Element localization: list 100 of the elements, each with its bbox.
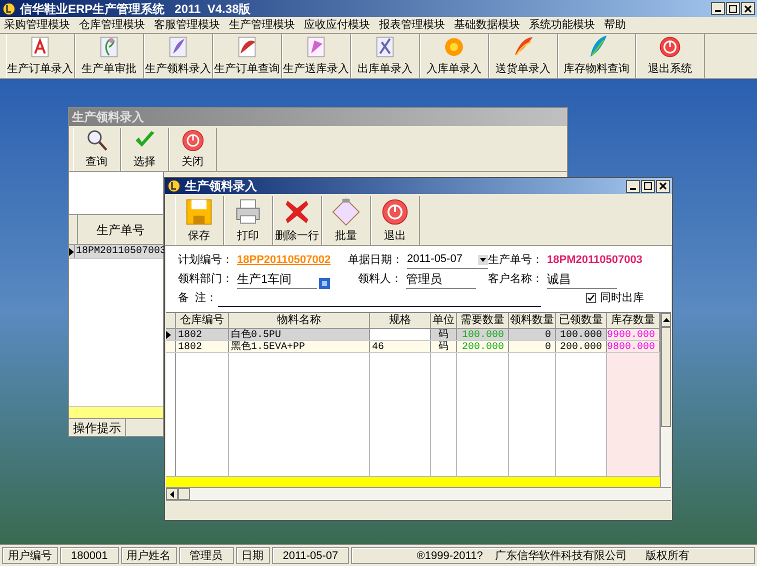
menu-item[interactable]: 应收应付模块 xyxy=(304,16,370,34)
table-row[interactable]: 1802 黑色1.5EVA+PP 46 码 200.000 0 200.000 9800.000 xyxy=(166,341,660,353)
toolbar-button[interactable]: 打印 xyxy=(224,196,273,245)
field-label: 单据日期： xyxy=(348,252,403,268)
column-header: 规格 xyxy=(370,313,431,328)
column-header: 已领数量 xyxy=(556,313,607,328)
text-field[interactable]: 管理员 xyxy=(406,270,476,288)
column-header: 物料名称 xyxy=(229,313,370,328)
status-bar-field: 管理员 xyxy=(178,547,234,564)
table-cell: 100.000 xyxy=(462,330,504,341)
field-label: 客户名称： xyxy=(488,272,543,287)
table-cell: 46 xyxy=(372,342,384,353)
maximize-button[interactable] xyxy=(641,180,655,192)
table-cell: 1802 xyxy=(178,342,202,353)
vertical-scrollbar[interactable] xyxy=(660,313,671,487)
row-pointer-icon xyxy=(69,248,74,256)
toolbar-button[interactable]: 生产送库录入 xyxy=(282,34,351,78)
status-bar-field: 2011-05-07 xyxy=(272,547,350,564)
menu-item[interactable]: 仓库管理模块 xyxy=(79,16,145,34)
status-bar-field: 用户姓名 xyxy=(120,547,177,564)
window-title: 信华鞋业ERP生产管理系统 2011 V4.38版 xyxy=(20,0,251,18)
toolbar-button[interactable]: 保存 xyxy=(175,196,224,245)
toolbar-button[interactable]: 送货单录入 xyxy=(489,34,558,78)
save-icon xyxy=(184,197,214,227)
text-field[interactable]: 诚昌 xyxy=(547,270,617,288)
menu-item[interactable]: 基础数据模块 xyxy=(454,16,520,34)
toolbar-button[interactable]: 删除一行 xyxy=(273,196,322,245)
column-header: 单位 xyxy=(431,313,457,328)
horizontal-scrollbar[interactable] xyxy=(166,487,671,500)
maximize-icon xyxy=(729,4,737,12)
window-title: 生产领料录入 xyxy=(72,109,144,126)
menu-item[interactable]: 报表管理模块 xyxy=(379,16,445,34)
scroll-thumb[interactable] xyxy=(178,488,190,500)
order-number-value: 18PM20110507003 xyxy=(547,252,642,268)
menu-item[interactable]: 采购管理模块 xyxy=(4,16,70,34)
minimize-button[interactable] xyxy=(626,180,640,192)
checkmark-icon xyxy=(587,294,595,302)
close-icon xyxy=(659,182,667,190)
toolbar-button[interactable]: 批量 xyxy=(322,196,371,245)
row-pointer-icon xyxy=(166,330,171,338)
table-cell: 黑色1.5EVA+PP xyxy=(231,342,306,353)
field-label: 领料部门： xyxy=(178,272,233,287)
menu-item[interactable]: 帮助 xyxy=(604,16,626,34)
hint-label: 操作提示 xyxy=(69,418,126,436)
close-button[interactable] xyxy=(656,180,670,192)
toolbar-button[interactable]: 查询 xyxy=(73,128,121,171)
toolbar-button[interactable]: 出库单录入 xyxy=(351,34,420,78)
scroll-thumb[interactable] xyxy=(661,327,671,427)
field-label: 领料人： xyxy=(358,272,402,287)
status-bar-field: 用户编号 xyxy=(2,547,58,564)
toolbar-button[interactable]: 关闭 xyxy=(169,128,217,171)
table-cell: 200.000 xyxy=(560,342,602,353)
scroll-left-icon xyxy=(170,490,174,498)
table-cell: 100.000 xyxy=(560,330,602,341)
table-cell: 码 xyxy=(438,342,448,353)
toolbar-button[interactable]: 生产领料录入 xyxy=(144,34,213,78)
toolbar-button[interactable]: 退出系统 xyxy=(636,34,705,78)
checkbox-label: 同时出库 xyxy=(600,290,644,306)
table-row[interactable]: 1802 白色0.5PU 码 100.000 0 100.000 9900.000 xyxy=(166,329,660,341)
column-header: 仓库编号 xyxy=(176,313,229,328)
department-field[interactable]: 生产1车间 xyxy=(237,270,317,288)
close-button[interactable] xyxy=(741,2,755,15)
dropdown-caret-icon xyxy=(478,254,488,264)
minimize-icon xyxy=(630,188,636,190)
toolbar-button[interactable]: 库存物料查询 xyxy=(558,34,636,78)
window-title: 生产领料录入 xyxy=(185,178,257,195)
lookup-icon[interactable] xyxy=(319,278,330,288)
status-bar-field: 180001 xyxy=(60,547,119,564)
app-logo-icon xyxy=(167,179,181,193)
toolbar-button[interactable]: 生产单审批 xyxy=(75,34,144,78)
table-cell: 9900.000 xyxy=(607,330,656,341)
toolbar-button[interactable]: 选择 xyxy=(121,128,169,171)
toolbar-button[interactable]: 退出 xyxy=(371,196,420,245)
menu-item[interactable]: 客服管理模块 xyxy=(154,16,220,34)
table-cell: 1802 xyxy=(178,330,202,341)
menu-item[interactable]: 系统功能模块 xyxy=(529,16,595,34)
table-cell: 0 xyxy=(544,342,551,353)
status-bar-field: ®1999-2011? 广东信华软件科技有限公司 版权所有 xyxy=(351,547,755,564)
table-cell: 白色0.5PU xyxy=(231,330,282,341)
maximize-icon xyxy=(644,182,652,190)
minimize-icon xyxy=(715,10,721,12)
status-bar-field: 日期 xyxy=(236,547,270,564)
checkbox[interactable] xyxy=(586,293,596,303)
toolbar-button[interactable]: 生产订单录入 xyxy=(6,34,75,78)
maximize-button[interactable] xyxy=(726,2,740,15)
table-cell: 码 xyxy=(438,330,448,341)
menu-item[interactable]: 生产管理模块 xyxy=(229,16,295,34)
close-icon xyxy=(744,4,752,12)
toolbar-button[interactable]: 入库单录入 xyxy=(420,34,489,78)
power-icon xyxy=(380,197,410,227)
table-cell: 200.000 xyxy=(462,342,504,353)
column-header: 需要数量 xyxy=(457,313,509,328)
app-logo-icon xyxy=(2,2,16,16)
field-label: 备 注： xyxy=(178,290,218,306)
table-cell: 9800.000 xyxy=(607,342,656,353)
date-dropdown[interactable]: 2011-05-07 xyxy=(407,251,488,269)
table-row[interactable]: 18PM20110507003 xyxy=(69,245,163,259)
scroll-up-icon xyxy=(662,318,670,322)
minimize-button[interactable] xyxy=(711,2,725,15)
toolbar-button[interactable]: 生产订单查询 xyxy=(213,34,282,78)
